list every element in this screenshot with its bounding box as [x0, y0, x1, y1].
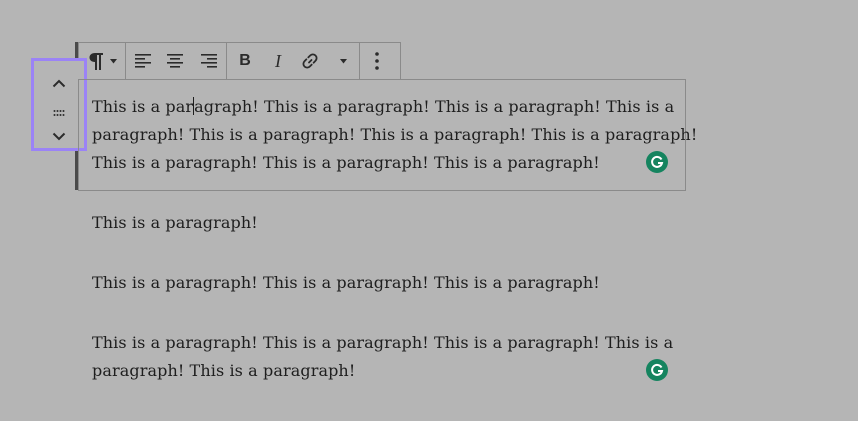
- caret-down-icon: [339, 58, 347, 64]
- paragraph-block-4-line-2[interactable]: paragraph! This is a paragraph!: [92, 357, 355, 385]
- paragraph-block-2[interactable]: This is a paragraph!: [92, 209, 258, 237]
- selected-paragraph-line-2[interactable]: paragraph! This is a paragraph! This is …: [92, 121, 697, 149]
- vertical-ellipsis-icon: [375, 52, 379, 70]
- grammarly-icon[interactable]: [646, 359, 668, 381]
- more-rich-text-button[interactable]: [327, 43, 359, 79]
- align-right-icon: [200, 54, 217, 68]
- italic-button[interactable]: I: [263, 43, 293, 79]
- move-down-button[interactable]: [34, 126, 84, 145]
- align-center-icon: [167, 54, 183, 68]
- grammarly-icon[interactable]: [646, 151, 668, 173]
- paragraph-block-3[interactable]: This is a paragraph! This is a paragraph…: [92, 269, 600, 297]
- link-button[interactable]: [293, 43, 327, 79]
- bold-button[interactable]: B: [227, 43, 263, 79]
- align-left-button[interactable]: [126, 43, 159, 79]
- selected-paragraph-line-1[interactable]: This is a paragraph! This is a paragraph…: [92, 93, 674, 121]
- italic-label: I: [275, 50, 281, 71]
- more-options-button[interactable]: [360, 43, 394, 79]
- drag-handle-icon: [53, 101, 65, 120]
- caret-down-icon: [109, 58, 117, 64]
- text-before-caret: This is a par: [92, 97, 194, 116]
- align-center-button[interactable]: [159, 43, 191, 79]
- text-after-caret: agraph! This is a paragraph! This is a p…: [194, 97, 675, 116]
- pilcrow-icon: [88, 50, 106, 72]
- paragraph-block-4-line-1[interactable]: This is a paragraph! This is a paragraph…: [92, 329, 673, 357]
- formatting-group: B I: [227, 43, 360, 79]
- selected-paragraph-line-3[interactable]: This is a paragraph! This is a paragraph…: [92, 149, 600, 177]
- bold-label: B: [239, 52, 251, 69]
- block-toolbar: B I: [78, 42, 401, 80]
- chevron-up-icon: [52, 73, 66, 92]
- align-right-button[interactable]: [191, 43, 226, 79]
- link-icon: [301, 52, 319, 70]
- options-group: [360, 43, 394, 79]
- chevron-down-icon: [52, 126, 66, 145]
- alignment-group: [126, 43, 227, 79]
- align-left-icon: [134, 54, 151, 68]
- move-up-button[interactable]: [34, 73, 84, 92]
- drag-handle[interactable]: [34, 101, 84, 120]
